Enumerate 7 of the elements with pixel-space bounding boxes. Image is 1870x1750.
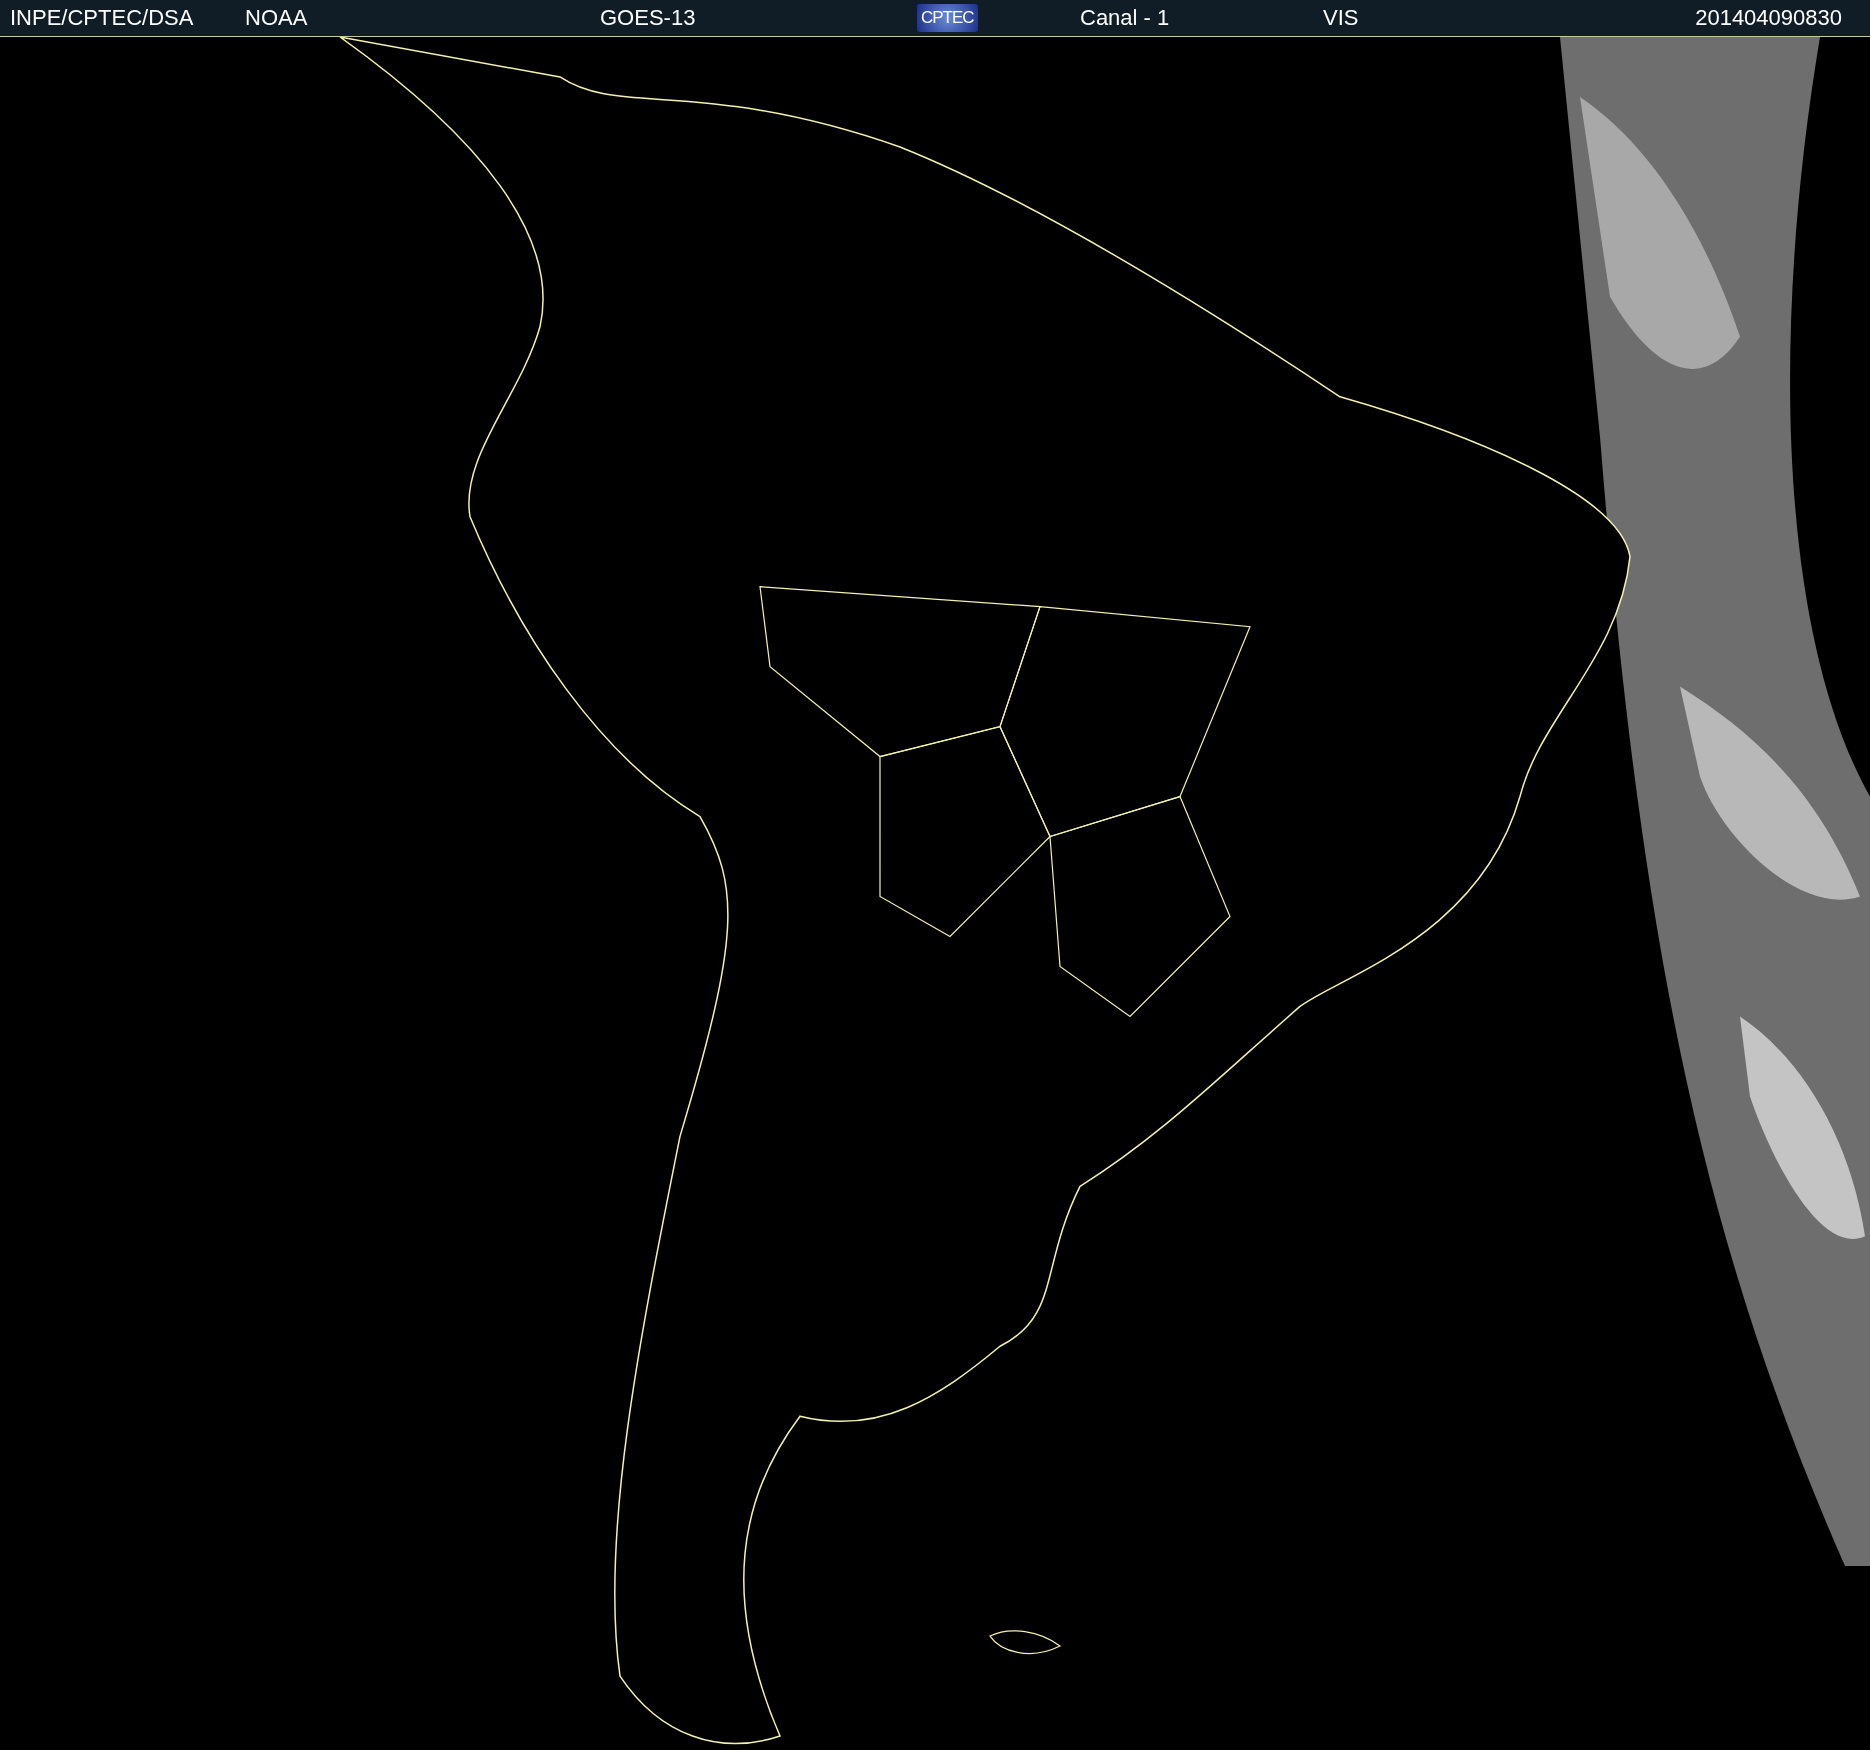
- header-text: NOAA: [245, 5, 308, 31]
- header-text: 201404090830: [1695, 5, 1842, 31]
- header-text: Canal - 1: [1080, 5, 1170, 31]
- header-text: GOES-13: [600, 5, 696, 31]
- header-text: VIS: [1323, 5, 1359, 31]
- logo: CPTEC: [917, 4, 978, 32]
- header-text: INPE/CPTEC/DSA: [10, 5, 194, 31]
